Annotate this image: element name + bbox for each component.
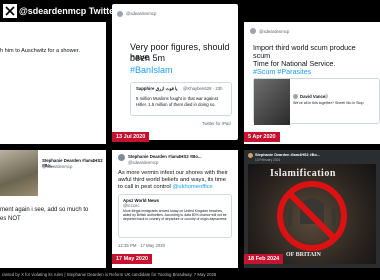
tweet-card: Stephanie Dearden #lam4HS2 #Bo... 13 Feb… (244, 150, 380, 268)
x-logo-icon (3, 4, 17, 18)
quote-text: We've all in this together? Sheet! Mo in… (293, 101, 364, 105)
avatar (248, 153, 253, 158)
tweet-text: As more vermin infest our shores with th… (118, 170, 228, 176)
tweet-author-name: Stephanie Dearden #lam4HS2 #Bo... (255, 153, 320, 157)
tweet-text: awful third world beliefs and ways, its … (118, 177, 226, 183)
quoted-tweet[interactable]: Sapphire يا قوت ازرق @Khayben628 · 23h 5… (130, 82, 232, 116)
tweet-card: h him to Auschwitz for a shower. (0, 22, 106, 144)
avatar (250, 28, 256, 34)
quote-text: More illegal immigrants arrived today on… (123, 209, 227, 222)
quote-author-handle: @tcccec (123, 203, 140, 208)
tweet-text: es NOT (0, 216, 21, 222)
tweet-card: @sdeardenmcp Very poor figures, should h… (112, 4, 238, 140)
tweet-handle: @sdeardenmcp (128, 160, 159, 165)
tweet-hashtag[interactable]: #Scum #Parasites (253, 67, 311, 76)
tweet-text: been 5m (130, 53, 166, 63)
tweet-author-name: Stephanie Dearden #lam4HS2 #Bo... (128, 154, 202, 159)
tweet-text: ment again i see, add so much to (0, 207, 89, 213)
date-badge: 18 Feb 2024 (244, 254, 284, 264)
tweet-text-part: to call in pest control (118, 184, 171, 190)
avatar (293, 94, 298, 99)
tweet-source: Twitter for iPad (202, 121, 231, 126)
tweet-text: h him to Auschwitz for a shower. (0, 48, 80, 54)
tweet-image (0, 150, 38, 196)
date-badge: 13 Jul 2020 (112, 132, 150, 142)
quote-author-name: David Vance (300, 94, 326, 99)
tweet-image: Islamification OF BRITAIN (248, 164, 376, 264)
tweet-text: to call in pest control @ukhomeoffice (118, 184, 213, 190)
quoted-tweet[interactable]: Apsz World News @tcccec More illegal imm… (118, 194, 232, 238)
avatar (117, 11, 123, 17)
prohibition-sign-icon (277, 181, 347, 251)
tweet-handle: @sdeardenmcp (126, 11, 157, 16)
date-badge: 17 May 2020 (112, 254, 153, 264)
tweet-mention[interactable]: @ukhomeoffice (172, 184, 212, 190)
image-caption-bottom: OF BRITAIN (286, 252, 321, 258)
tweet-handle: @sdeardenmcp (259, 29, 290, 34)
tweet-card: @sdeardenmcp Import third world scum pro… (244, 22, 380, 144)
quote-image (254, 79, 290, 125)
tweet-timestamp: 12:35 PM · 17 May 2020 (118, 243, 166, 248)
quote-author-handle: @ (324, 94, 329, 99)
quote-author-handle: @Khayben628 · 23h (183, 86, 223, 91)
avatar (118, 154, 125, 161)
tweet-subline: 13 February 2024 (255, 158, 281, 162)
tweet-card: Stephanie Dearden #lam4HS2 #Bo... @sdear… (0, 150, 106, 268)
image-caption-top: Islamification (270, 168, 336, 179)
caption-bar: ranted by X for violating its rules | St… (0, 268, 380, 280)
date-badge: 5 Apr 2020 (244, 132, 280, 142)
tweet-handle: @sdeardenmcp (42, 164, 73, 169)
tweet-hashtag[interactable]: #BanIslam (130, 65, 173, 75)
quote-text: 5 million Muslims fought in that war aga… (136, 96, 218, 101)
quoted-tweet[interactable]: David Vance @ We've all in this together… (253, 78, 380, 125)
quote-text: Hitler. 1.5 million of them died in doin… (136, 102, 216, 107)
tweet-card: Stephanie Dearden #lam4HS2 #Bo... @sdear… (112, 150, 238, 268)
quote-author-name: Sapphire يا قوت ازرق (136, 86, 178, 91)
